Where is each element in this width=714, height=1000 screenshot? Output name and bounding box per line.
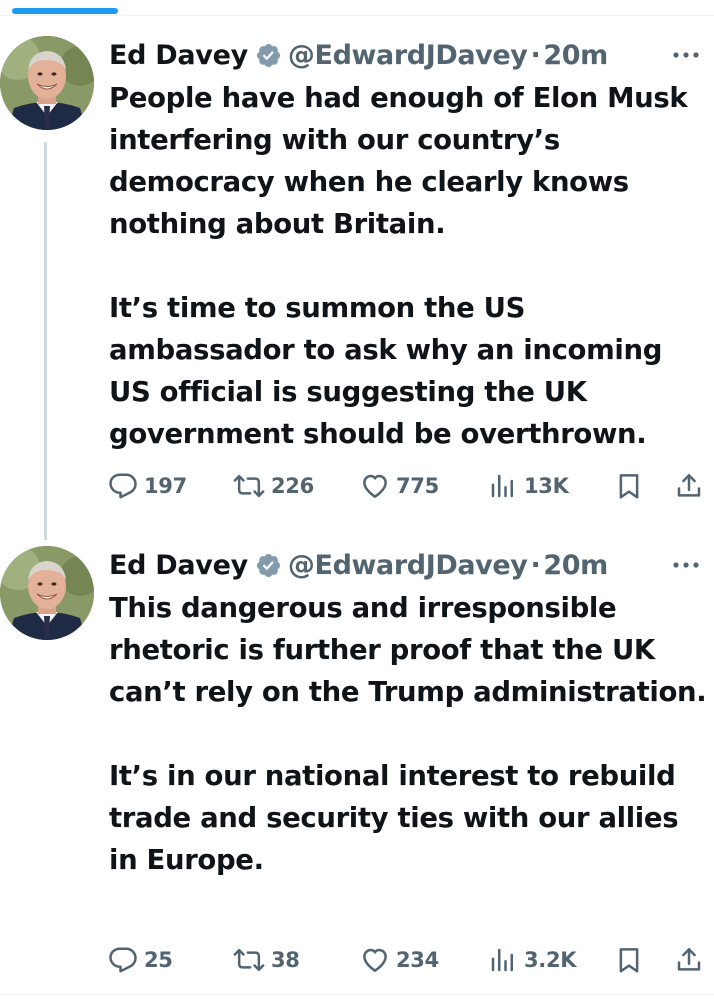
thread-connector-line <box>44 142 47 540</box>
views-icon <box>491 948 513 972</box>
avatar[interactable] <box>0 546 94 640</box>
like-button[interactable]: 775 <box>360 466 439 506</box>
more-horizontal-icon[interactable] <box>672 555 700 575</box>
avatar[interactable] <box>0 36 94 130</box>
tweet-actions: 25 38 234 3.2K <box>108 940 708 980</box>
active-tab-indicator <box>12 8 118 14</box>
verified-badge-icon[interactable] <box>255 552 282 579</box>
reply-icon <box>109 473 137 499</box>
author-name[interactable]: Ed Davey <box>109 40 248 71</box>
heart-icon <box>363 474 387 498</box>
bookmark-icon <box>619 948 639 973</box>
author-name[interactable]: Ed Davey <box>109 550 248 581</box>
repost-icon <box>233 474 265 498</box>
like-button[interactable]: 234 <box>360 940 439 980</box>
author-handle[interactable]: @EdwardJDavey <box>288 550 528 581</box>
repost-button[interactable]: 38 <box>233 940 300 980</box>
timestamp[interactable]: 20m <box>543 40 608 71</box>
reply-count: 25 <box>144 948 173 972</box>
views-button[interactable]: 3.2K <box>488 940 577 980</box>
repost-icon <box>233 948 265 972</box>
tweet-text: People have had enough of Elon Musk inte… <box>109 77 709 455</box>
header-separator: · <box>530 39 541 71</box>
reply-button[interactable]: 197 <box>108 466 187 506</box>
timestamp[interactable]: 20m <box>543 550 608 581</box>
reply-count: 197 <box>144 474 187 498</box>
more-horizontal-icon[interactable] <box>672 45 700 65</box>
repost-button[interactable]: 226 <box>233 466 314 506</box>
bottom-divider <box>0 994 714 995</box>
tweet-header: Ed Davey @EdwardJDavey · 20m <box>109 543 714 587</box>
tweet-text: This dangerous and irresponsible rhetori… <box>109 587 709 881</box>
bookmark-button[interactable] <box>614 466 650 506</box>
share-button[interactable] <box>674 466 710 506</box>
tweet-paragraph: People have had enough of Elon Musk inte… <box>109 82 688 240</box>
share-icon <box>677 948 701 971</box>
like-count: 775 <box>396 474 439 498</box>
top-divider <box>0 15 714 16</box>
share-icon <box>677 474 701 497</box>
tweet-paragraph: This dangerous and irresponsible rhetori… <box>109 592 707 708</box>
tweet-header: Ed Davey @EdwardJDavey · 20m <box>109 33 714 77</box>
reply-icon <box>109 947 137 973</box>
views-button[interactable]: 13K <box>488 466 569 506</box>
header-separator: · <box>530 549 541 581</box>
repost-count: 226 <box>271 474 314 498</box>
repost-count: 38 <box>271 948 300 972</box>
tweet-actions: 197 226 775 13K <box>108 466 708 506</box>
views-icon <box>491 474 513 498</box>
author-handle[interactable]: @EdwardJDavey <box>288 40 528 71</box>
view-count: 3.2K <box>524 948 577 972</box>
view-count: 13K <box>524 474 569 498</box>
heart-icon <box>363 948 387 972</box>
bookmark-icon <box>619 474 639 499</box>
tweet-paragraph: It’s time to summon the US ambassador to… <box>109 292 663 450</box>
bookmark-button[interactable] <box>614 940 650 980</box>
tweet-paragraph: It’s in our national interest to rebuild… <box>109 760 679 876</box>
like-count: 234 <box>396 948 439 972</box>
verified-badge-icon[interactable] <box>255 42 282 69</box>
share-button[interactable] <box>674 940 710 980</box>
reply-button[interactable]: 25 <box>108 940 173 980</box>
